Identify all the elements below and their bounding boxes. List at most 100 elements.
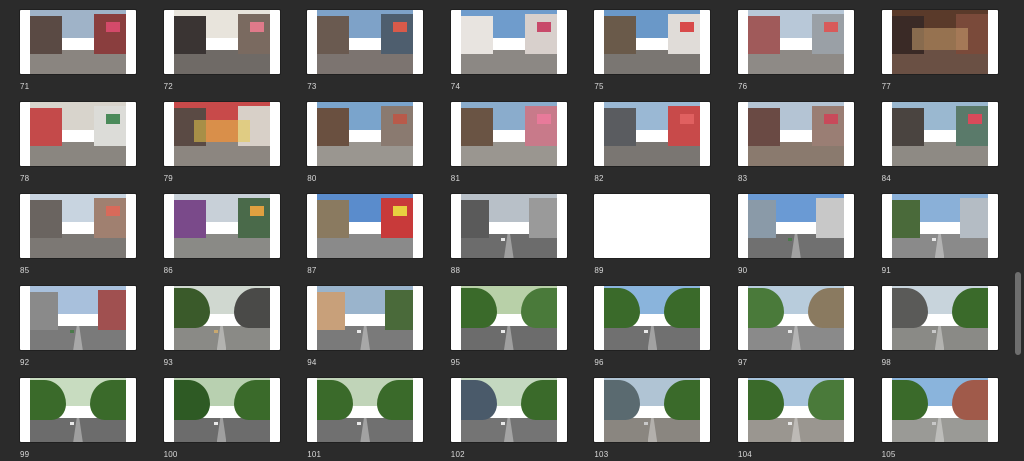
photo-detail	[393, 22, 408, 32]
thumbnail-image[interactable]	[20, 286, 136, 350]
photo-content	[604, 194, 701, 258]
thumbnail-item[interactable]: 75	[594, 10, 720, 92]
thumbnail-image[interactable]	[738, 194, 854, 258]
thumbnail-item[interactable]: 96	[594, 286, 720, 368]
photo-content	[460, 378, 557, 442]
photo-content	[317, 194, 414, 258]
photo-right-side	[98, 290, 126, 330]
photo-left-side	[30, 292, 58, 330]
thumbnail-item[interactable]: 90	[738, 194, 864, 276]
thumbnail-item[interactable]: 85	[20, 194, 146, 276]
thumbnail-item[interactable]: 97	[738, 286, 864, 368]
thumbnail-image[interactable]	[307, 10, 424, 74]
thumbnail-image[interactable]	[450, 194, 567, 258]
thumbnail-item[interactable]: 73	[307, 10, 433, 92]
thumbnail-item[interactable]: 95	[450, 286, 577, 368]
thumbnail-image[interactable]	[881, 378, 998, 442]
photo-detail	[249, 206, 264, 216]
photo-detail	[536, 114, 551, 124]
thumbnail-label: 89	[594, 266, 604, 275]
thumbnail-image[interactable]	[594, 102, 711, 166]
thumbnail-image[interactable]	[307, 286, 424, 350]
thumbnail-item[interactable]: 94	[307, 286, 433, 368]
vertical-scrollbar[interactable]	[1015, 0, 1021, 461]
photo-right-side	[959, 198, 988, 238]
thumbnail-image[interactable]	[163, 102, 280, 166]
thumbnail-item[interactable]: 71	[20, 10, 146, 92]
photo-left-side	[173, 200, 206, 238]
thumbnail-item[interactable]: 86	[163, 194, 290, 276]
thumbnail-image[interactable]	[594, 378, 711, 442]
thumbnail-item[interactable]: 88	[450, 194, 577, 276]
photo-content	[173, 194, 270, 258]
thumbnail-image[interactable]	[450, 286, 567, 350]
thumbnail-item[interactable]: 72	[163, 10, 290, 92]
thumbnail-item[interactable]: 79	[163, 102, 290, 184]
thumbnail-item[interactable]: 87	[307, 194, 433, 276]
thumbnail-image[interactable]	[881, 102, 998, 166]
thumbnail-image[interactable]	[307, 378, 424, 442]
thumbnail-item[interactable]: 83	[738, 102, 864, 184]
thumbnail-item[interactable]: 82	[594, 102, 720, 184]
photo-detail	[249, 22, 264, 32]
thumbnail-image[interactable]	[881, 10, 998, 74]
thumbnail-image[interactable]	[307, 102, 424, 166]
photo-right-side	[381, 198, 414, 238]
thumbnail-item[interactable]: 91	[881, 194, 1008, 276]
thumbnail-item[interactable]: 76	[738, 10, 864, 92]
thumbnail-item[interactable]: 74	[450, 10, 577, 92]
scrollbar-thumb[interactable]	[1015, 272, 1021, 355]
thumbnail-item[interactable]: 92	[20, 286, 146, 368]
thumbnail-image[interactable]	[594, 286, 711, 350]
photo-detail	[500, 422, 505, 425]
thumbnail-item[interactable]: 102	[450, 378, 577, 460]
photo-right-side	[94, 198, 126, 238]
thumbnail-item[interactable]: 80	[307, 102, 433, 184]
thumbnail-item[interactable]: 104	[738, 378, 864, 460]
thumbnail-item[interactable]: 100	[163, 378, 290, 460]
photo-right-side	[524, 106, 557, 146]
thumbnail-image[interactable]	[307, 194, 424, 258]
thumbnail-image[interactable]	[20, 10, 136, 74]
thumbnail-item[interactable]: 81	[450, 102, 577, 184]
thumbnail-image[interactable]	[450, 378, 567, 442]
thumbnail-image[interactable]	[163, 10, 280, 74]
photo-left-side	[173, 16, 206, 54]
thumbnail-item[interactable]: 89	[594, 194, 720, 276]
thumbnail-image[interactable]	[881, 286, 998, 350]
thumbnail-label: 80	[307, 174, 317, 183]
thumbnail-label: 95	[450, 358, 461, 367]
photo-detail	[644, 330, 649, 333]
thumbnail-item[interactable]: 78	[20, 102, 146, 184]
thumbnail-item[interactable]: 101	[307, 378, 433, 460]
thumbnail-image[interactable]	[163, 286, 280, 350]
thumbnail-image[interactable]	[20, 378, 136, 442]
photo-left-side	[30, 16, 62, 54]
photo-detail	[824, 22, 838, 32]
thumbnail-image[interactable]	[20, 102, 136, 166]
thumbnail-image[interactable]	[738, 286, 854, 350]
thumbnail-image[interactable]	[738, 378, 854, 442]
thumbnail-image[interactable]	[594, 194, 711, 258]
thumbnail-image[interactable]	[594, 10, 711, 74]
thumbnail-image[interactable]	[163, 378, 280, 442]
thumbnail-image[interactable]	[450, 102, 567, 166]
thumbnail-item[interactable]: 77	[881, 10, 1008, 92]
photo-content	[317, 102, 414, 166]
thumbnail-image[interactable]	[450, 10, 567, 74]
thumbnail-item[interactable]: 93	[163, 286, 290, 368]
thumbnail-label: 78	[20, 174, 30, 183]
thumbnail-image[interactable]	[163, 194, 280, 258]
thumbnail-item[interactable]: 98	[881, 286, 1008, 368]
thumbnail-image[interactable]	[881, 194, 998, 258]
thumbnail-item[interactable]: 99	[20, 378, 146, 460]
thumbnail-image[interactable]	[738, 10, 854, 74]
thumbnail-item[interactable]: 103	[594, 378, 720, 460]
thumbnail-image[interactable]	[738, 102, 854, 166]
photo-content	[604, 102, 701, 166]
photo-detail	[193, 120, 250, 142]
thumbnail-item[interactable]: 105	[881, 378, 1008, 460]
thumbnail-item[interactable]: 84	[881, 102, 1008, 184]
thumbnail-image[interactable]	[20, 194, 136, 258]
photo-left-side	[891, 108, 924, 146]
